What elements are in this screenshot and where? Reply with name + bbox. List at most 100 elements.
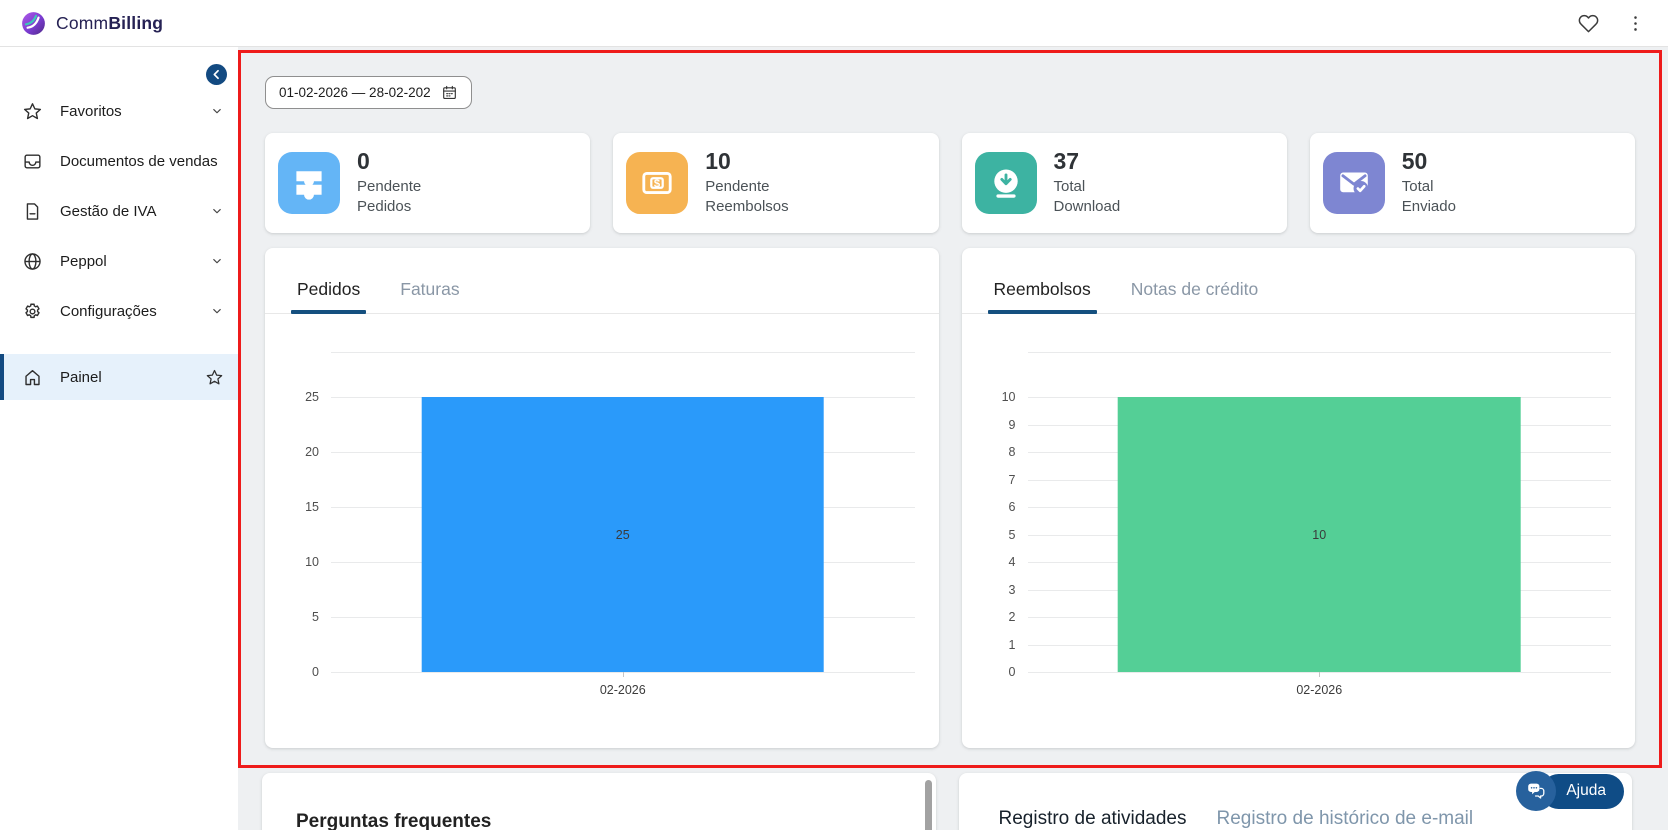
stat-value: 50 xyxy=(1401,148,1428,175)
brand-name: CommBilling xyxy=(56,12,164,33)
star-icon xyxy=(22,101,43,122)
x-axis-label: 02-2026 xyxy=(599,683,646,697)
help-button[interactable]: Ajuda xyxy=(1516,771,1624,811)
star-icon[interactable] xyxy=(205,368,224,387)
charts-row: Pedidos Faturas 0 5 10 15 20 25 25 02-2026 Reembol… xyxy=(265,248,1635,748)
chevron-left-icon xyxy=(209,67,224,82)
heart-icon[interactable] xyxy=(1578,13,1599,34)
y-tick-label: 7 xyxy=(1008,472,1016,487)
chevron-down-icon xyxy=(210,254,224,268)
header-actions xyxy=(1578,13,1646,34)
stat-card-pendente-pedidos[interactable]: 0 Pendente Pedidos xyxy=(265,133,591,233)
chart-bar[interactable]: 10 xyxy=(1117,397,1521,672)
chart-bar[interactable]: 25 xyxy=(421,397,825,672)
tab-registro-de-historico-de-e-mail[interactable]: Registro de histórico de e-mail xyxy=(1217,808,1474,830)
y-tick-label: 10 xyxy=(305,555,319,569)
y-tick-label: 8 xyxy=(1008,445,1016,459)
tab-registro-de-atividades[interactable]: Registro de atividades xyxy=(999,808,1187,830)
svg-text:$: $ xyxy=(654,178,661,190)
bottom-row: Perguntas frequentes Registro de ativida… xyxy=(262,773,1632,830)
stat-card-total-download[interactable]: 37 Total Download xyxy=(961,133,1287,233)
stat-value: 0 xyxy=(357,148,370,175)
y-axis: 0 5 10 15 20 25 xyxy=(275,352,319,679)
sidebar-item-configuracoes[interactable]: Configurações xyxy=(0,286,238,336)
app-logo[interactable]: CommBilling xyxy=(20,10,163,37)
y-tick-label: 0 xyxy=(1008,665,1016,679)
kebab-menu-icon[interactable] xyxy=(1625,13,1646,34)
calendar-icon xyxy=(441,84,458,101)
stat-value: 10 xyxy=(705,148,731,175)
x-tick xyxy=(622,672,624,677)
tab-pedidos[interactable]: Pedidos xyxy=(290,268,367,314)
y-tick-label: 10 xyxy=(1001,390,1016,404)
stats-row: 0 Pendente Pedidos $10 Pendente Reembolsos 37 T… xyxy=(265,133,1635,233)
commbilling-logo-icon xyxy=(20,10,47,37)
chevron-down-icon xyxy=(210,104,224,118)
y-tick-label: 2 xyxy=(1008,610,1016,624)
x-tick xyxy=(1319,672,1321,677)
stat-label: Total Download xyxy=(1053,178,1121,216)
bar-value-label: 10 xyxy=(1312,527,1327,542)
stat-value: 37 xyxy=(1053,148,1080,175)
dashboard-main: 01-02-2026 — 28-02-202 0 Pendente Pedidos $… xyxy=(238,47,1668,830)
tab-notas-de-credito[interactable]: Notas de crédito xyxy=(1129,268,1260,313)
y-tick-label: 20 xyxy=(305,445,319,459)
sidebar-item-favoritos[interactable]: Favoritos xyxy=(0,86,238,136)
panel-tabs: Pedidos Faturas xyxy=(265,268,939,314)
sidebar-item-label: Favoritos xyxy=(60,102,122,120)
chevron-down-icon xyxy=(210,204,224,218)
y-tick-label: 3 xyxy=(1008,582,1016,597)
stat-text: 50 Total Enviado xyxy=(1401,148,1456,217)
y-tick-label: 15 xyxy=(305,500,319,514)
bar-chart: 0 1 2 3 4 5 6 7 8 9 10 10 02-2026 xyxy=(972,352,1611,732)
faq-title: Perguntas frequentes xyxy=(296,811,492,830)
stat-text: 10 Pendente Reembolsos xyxy=(705,148,788,217)
sidebar-item-label: Documentos de vendas xyxy=(60,152,218,170)
chevron-down-icon xyxy=(210,304,224,318)
sidebar-item-label: Painel xyxy=(60,368,102,386)
plot-area: 10 xyxy=(1027,352,1611,673)
document-icon xyxy=(22,201,43,222)
faq-panel: Perguntas frequentes xyxy=(262,773,936,830)
highlight-region: 01-02-2026 — 28-02-202 0 Pendente Pedidos $… xyxy=(238,50,1662,768)
sidebar-menu: Favoritos Documentos de vendas Gestão de I… xyxy=(0,86,238,336)
home-icon xyxy=(22,367,43,388)
banknote-icon: $ xyxy=(626,152,689,214)
sidebar-item-painel[interactable]: Painel xyxy=(0,354,238,400)
globe-icon xyxy=(22,251,43,272)
download-icon xyxy=(974,152,1037,214)
sidebar-item-label: Configurações xyxy=(60,302,157,320)
sidebar-collapse-button[interactable] xyxy=(206,64,227,85)
sidebar: Favoritos Documentos de vendas Gestão de I… xyxy=(0,47,238,830)
stat-label: Total Enviado xyxy=(1401,178,1456,216)
mailcheck-icon xyxy=(1322,152,1385,214)
y-tick-label: 4 xyxy=(1008,555,1016,569)
y-tick-label: 5 xyxy=(1008,527,1016,542)
y-tick-label: 1 xyxy=(1008,637,1016,652)
inbox-icon xyxy=(22,151,43,172)
plot-area: 25 xyxy=(331,352,915,673)
sidebar-item-documentos-de-vendas[interactable]: Documentos de vendas xyxy=(0,136,238,186)
sidebar-item-label: Peppol xyxy=(60,252,107,270)
date-range-picker[interactable]: 01-02-2026 — 28-02-202 xyxy=(265,76,472,109)
stat-text: 0 Pendente Pedidos xyxy=(357,148,421,217)
sidebar-item-peppol[interactable]: Peppol xyxy=(0,236,238,286)
stat-card-pendente-reembolsos[interactable]: $10 Pendente Reembolsos xyxy=(613,133,939,233)
bar-value-label: 25 xyxy=(615,527,630,542)
date-range-value: 01-02-2026 — 28-02-202 xyxy=(279,85,431,100)
tab-reembolsos[interactable]: Reembolsos xyxy=(987,268,1098,314)
gear-icon xyxy=(22,301,43,322)
y-tick-label: 5 xyxy=(312,610,319,624)
tab-faturas[interactable]: Faturas xyxy=(398,268,461,313)
gridline xyxy=(331,352,915,353)
y-axis: 0 1 2 3 4 5 6 7 8 9 10 xyxy=(972,352,1016,679)
y-tick-label: 25 xyxy=(305,390,319,404)
y-tick-label: 6 xyxy=(1008,500,1016,514)
sidebar-item-gestao-de-iva[interactable]: Gestão de IVA xyxy=(0,186,238,236)
top-app-bar: CommBilling xyxy=(0,0,1668,47)
stat-card-total-enviado[interactable]: 50 Total Enviado xyxy=(1309,133,1635,233)
stat-text: 37 Total Download xyxy=(1053,148,1121,217)
scrollbar[interactable] xyxy=(924,780,932,830)
sidebar-item-label: Gestão de IVA xyxy=(60,202,157,220)
panel-tabs: Reembolsos Notas de crédito xyxy=(961,268,1635,314)
